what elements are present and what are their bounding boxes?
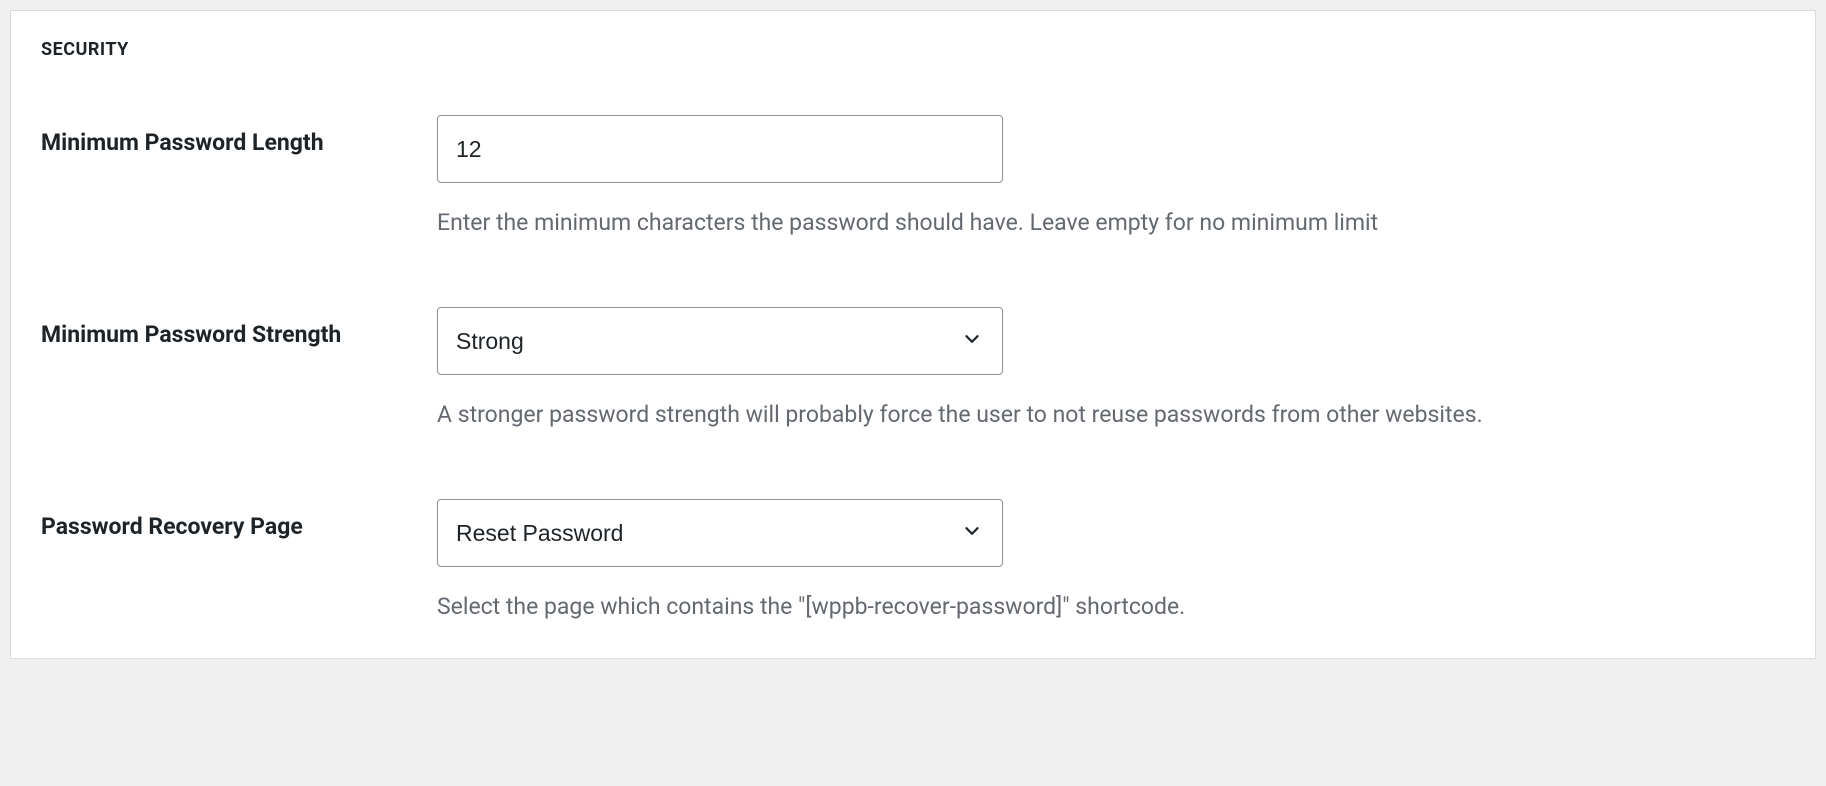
password-recovery-page-description: Select the page which contains the "[wpp… — [437, 591, 1785, 623]
password-recovery-page-select[interactable]: Reset Password — [437, 499, 1003, 567]
min-password-length-description: Enter the minimum characters the passwor… — [437, 207, 1785, 239]
password-recovery-page-select-wrap: Reset Password — [437, 499, 1003, 567]
password-recovery-page-label: Password Recovery Page — [41, 499, 437, 540]
field-row-password-recovery-page: Password Recovery Page Reset Password Se… — [41, 499, 1785, 623]
section-title: SECURITY — [41, 39, 1785, 60]
min-password-strength-description: A stronger password strength will probab… — [437, 399, 1785, 431]
field-row-min-password-length: Minimum Password Length Enter the minimu… — [41, 115, 1785, 239]
min-password-length-input[interactable] — [437, 115, 1003, 183]
password-recovery-page-control-wrap: Reset Password Select the page which con… — [437, 499, 1785, 623]
min-password-length-control-wrap: Enter the minimum characters the passwor… — [437, 115, 1785, 239]
min-password-strength-label: Minimum Password Strength — [41, 307, 437, 348]
min-password-strength-select-wrap: Strong — [437, 307, 1003, 375]
security-settings-panel: SECURITY Minimum Password Length Enter t… — [10, 10, 1816, 659]
min-password-strength-control-wrap: Strong A stronger password strength will… — [437, 307, 1785, 431]
min-password-strength-select[interactable]: Strong — [437, 307, 1003, 375]
min-password-length-label: Minimum Password Length — [41, 115, 437, 156]
field-row-min-password-strength: Minimum Password Strength Strong A stron… — [41, 307, 1785, 431]
